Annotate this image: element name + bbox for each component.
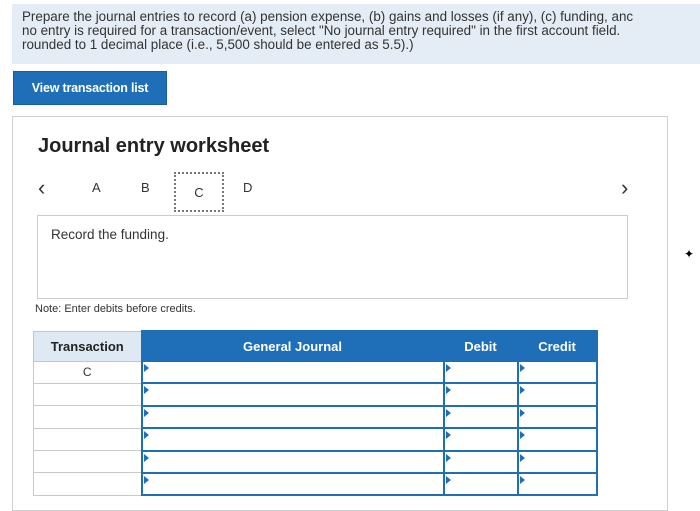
transaction-cell: C [33,360,142,384]
prompt-box: Record the funding. [37,215,628,299]
debit-header: Debit [442,330,519,362]
debit-input[interactable] [442,382,519,407]
credit-input[interactable] [516,359,598,385]
credit-input[interactable] [516,382,598,407]
table-row [33,427,598,452]
tab-c-active[interactable]: C [174,172,224,212]
tab-b[interactable]: B [141,180,150,195]
transaction-cell [33,472,142,496]
next-chevron-icon[interactable]: › [621,175,628,201]
credit-input[interactable] [516,404,598,430]
table-row [33,404,598,430]
worksheet-title: Journal entry worksheet [38,135,270,157]
account-dropdown[interactable] [140,382,445,407]
worksheet-pager: ‹ A B C D › [13,172,669,212]
transaction-cell [33,405,142,429]
account-dropdown[interactable] [140,427,445,452]
general-journal-header: General Journal [140,330,445,362]
transaction-cell [33,450,142,474]
account-dropdown[interactable] [140,449,445,474]
credit-input[interactable] [516,449,598,474]
journal-entry-worksheet: Journal entry worksheet ‹ A B C D › Reco… [12,116,668,511]
credit-header: Credit [516,330,598,362]
tab-d[interactable]: D [243,180,252,195]
debit-input[interactable] [442,427,519,452]
transaction-cell [33,427,142,452]
instructions-line-3: rounded to 1 decimal place (i.e., 5,500 … [22,37,414,52]
mouse-cursor-icon: ✦ [684,247,695,261]
transaction-header: Transaction [33,330,142,362]
credit-input[interactable] [516,471,598,497]
credit-input[interactable] [516,427,598,452]
tab-a[interactable]: A [92,180,101,195]
account-dropdown[interactable] [140,359,445,385]
debit-input[interactable] [442,449,519,474]
instructions-line-1: Prepare the journal entries to record (a… [22,9,634,24]
debit-input[interactable] [442,471,519,497]
instructions-panel: Prepare the journal entries to record (a… [12,4,700,64]
account-dropdown[interactable] [140,471,445,497]
table-row [33,382,598,407]
debit-input[interactable] [442,359,519,385]
previous-chevron-icon[interactable]: ‹ [38,175,45,201]
note-text: Note: Enter debits before credits. [35,303,196,315]
table-row [33,449,598,474]
table-row: C [33,359,598,385]
table-row [33,471,598,497]
view-transaction-list-button[interactable]: View transaction list [13,71,167,105]
prompt-text: Record the funding. [51,227,169,242]
transaction-cell [33,382,142,407]
account-dropdown[interactable] [140,404,445,430]
table-header-row: Transaction General Journal Debit Credit [33,330,598,362]
general-journal-table: Transaction General Journal Debit Credit… [33,330,598,497]
debit-input[interactable] [442,404,519,430]
instructions-line-2: no entry is required for a transaction/e… [22,23,621,38]
